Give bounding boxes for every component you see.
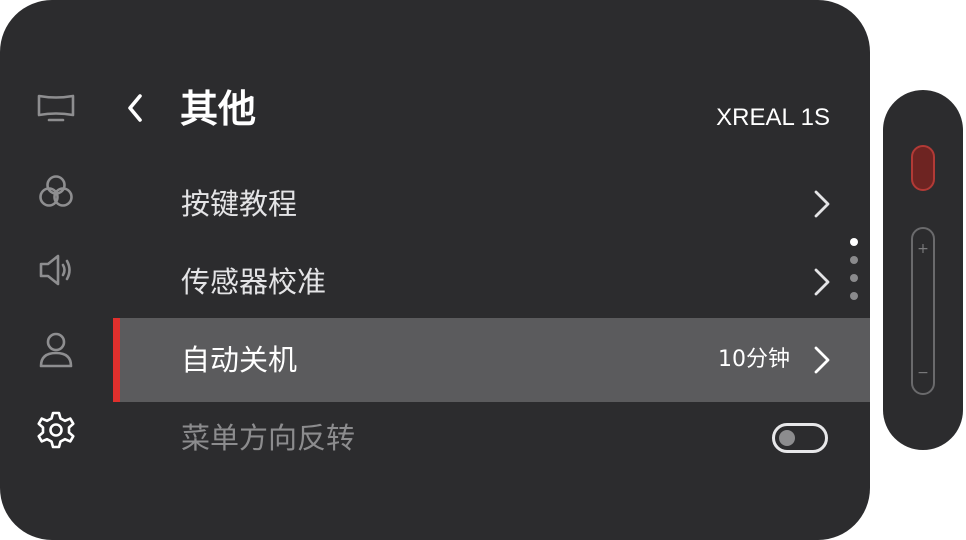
chevron-right-icon: [814, 268, 830, 296]
chevron-left-icon: [128, 94, 142, 122]
gear-icon[interactable]: [34, 408, 78, 452]
page-dot: [850, 256, 858, 264]
menu-item-sensor-calibration[interactable]: 传感器校准: [113, 240, 870, 324]
page-dot-active: [850, 238, 858, 246]
settings-panel: 其他 XREAL 1S 按键教程 传感器校准 自动关机 10分钟 菜单方向反转: [0, 0, 870, 540]
display-icon[interactable]: [34, 86, 78, 130]
menu-direction-invert-toggle[interactable]: [772, 423, 828, 453]
controller-select-button: [911, 145, 935, 191]
menu-item-label: 菜单方向反转: [181, 421, 356, 455]
controller-graphic: + −: [883, 90, 963, 450]
auto-shutdown-value: 10分钟: [718, 347, 790, 372]
chevron-right-icon: [814, 346, 830, 374]
minus-icon: −: [917, 365, 929, 381]
device-name: XREAL 1S: [716, 104, 830, 131]
menu-item-button-tutorial[interactable]: 按键教程: [113, 162, 870, 246]
menu-item-menu-direction-invert[interactable]: 菜单方向反转: [113, 396, 870, 480]
selection-indicator: [113, 318, 120, 402]
color-circles-icon[interactable]: [34, 170, 78, 214]
menu-item-label: 传感器校准: [181, 265, 327, 299]
page-dot: [850, 274, 858, 282]
menu-item-label: 按键教程: [181, 187, 298, 221]
user-icon[interactable]: [34, 328, 78, 372]
page-title: 其他: [180, 87, 257, 131]
menu-item-auto-shutdown[interactable]: 自动关机 10分钟: [113, 318, 870, 402]
toggle-knob: [779, 430, 795, 446]
menu-item-label: 自动关机: [181, 343, 298, 377]
page-dot: [850, 292, 858, 300]
page-indicator: [849, 238, 859, 302]
plus-icon: +: [917, 241, 929, 257]
back-button[interactable]: [120, 88, 152, 128]
speaker-icon[interactable]: [34, 248, 78, 292]
chevron-right-icon: [814, 190, 830, 218]
controller-volume-rocker: + −: [911, 227, 935, 395]
